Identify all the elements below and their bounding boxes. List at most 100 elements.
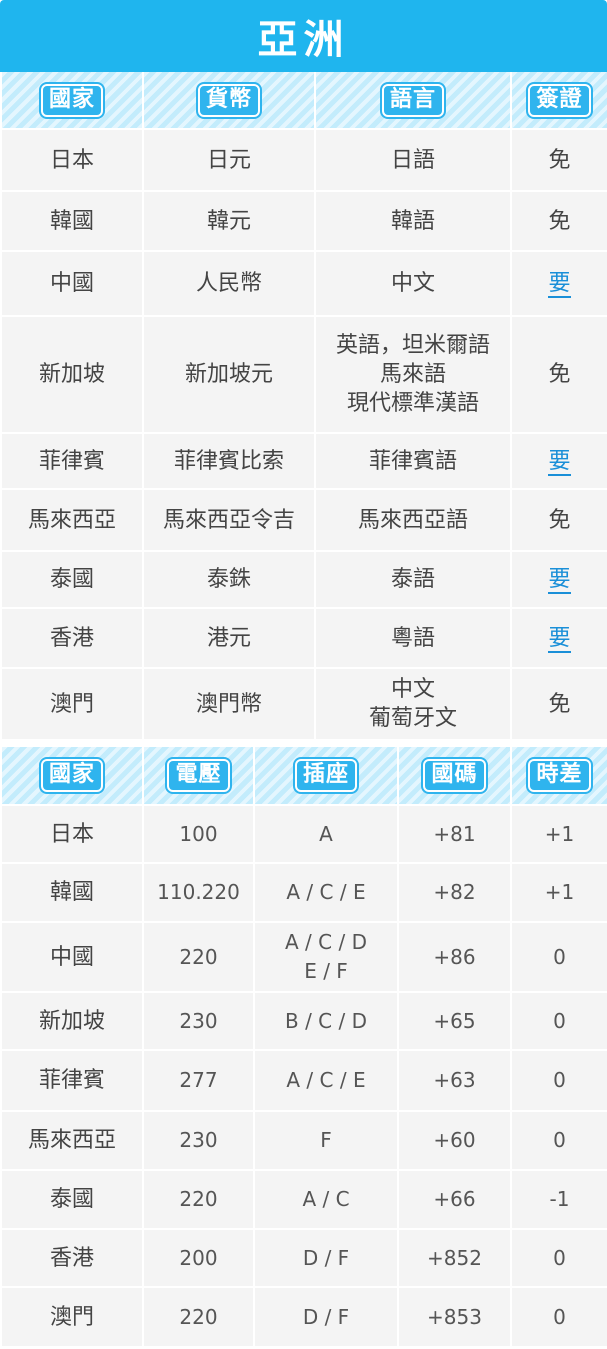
country-cell: 澳門: [0, 1287, 144, 1348]
visa-exempt-label: 免: [548, 691, 571, 717]
plug-cell: A / C / E: [253, 1050, 399, 1112]
country-cell: 中國: [0, 922, 144, 993]
plug-cell: A / C / D E / F: [253, 922, 399, 993]
plug-cell: D / F: [253, 1287, 399, 1348]
currency-cell: 港元: [142, 608, 316, 669]
time-difference-cell: 0: [510, 1050, 607, 1112]
table-row: 泰國 泰銖 泰語 要: [0, 551, 607, 609]
cell-line: 菲律賓語: [368, 448, 457, 474]
table-row: 澳門 220 D / F +853 0: [0, 1287, 607, 1348]
time-difference-cell: -1: [510, 1170, 607, 1230]
visa-cell: 免: [510, 316, 607, 434]
currency-cell: 澳門幣: [142, 668, 316, 741]
cell-line: A / C: [302, 1187, 350, 1211]
country-code-cell: +853: [397, 1287, 512, 1348]
country-cell: 中國: [0, 251, 144, 317]
header-label: 國家: [40, 759, 103, 792]
cell-line: A / C / E: [286, 880, 366, 904]
voltage-cell: 277: [142, 1050, 255, 1112]
cell-line: 韓語: [390, 208, 435, 234]
country-cell: 香港: [0, 608, 144, 669]
header-label: 時差: [528, 759, 591, 792]
currency-cell: 韓元: [142, 191, 316, 252]
voltage-cell: 220: [142, 922, 255, 993]
table-header-row: 國家 貨幣 語言 簽證: [0, 72, 607, 130]
header-time-difference: 時差: [510, 747, 607, 806]
language-cell: 日語: [314, 129, 512, 192]
plug-cell: D / F: [253, 1229, 399, 1288]
language-cell: 菲律賓語: [314, 433, 512, 490]
country-cell: 澳門: [0, 668, 144, 741]
header-label: 語言: [381, 83, 444, 117]
visa-cell: 免: [510, 489, 607, 552]
header-country-code: 國碼: [397, 747, 512, 806]
cell-line: A / C / D: [285, 930, 367, 954]
time-difference-cell: 0: [510, 1229, 607, 1288]
table-row: 菲律賓 277 A / C / E +63 0: [0, 1050, 607, 1112]
cell-line: 現代標準漢語: [346, 391, 479, 416]
table-row: 中國 人民幣 中文 要: [0, 251, 607, 317]
header-voltage: 電壓: [142, 747, 255, 806]
table-row: 香港 港元 粵語 要: [0, 608, 607, 669]
header-currency: 貨幣: [142, 72, 316, 130]
cell-line: 日語: [390, 147, 435, 173]
voltage-cell: 100: [142, 805, 255, 864]
visa-required-label: 要: [548, 448, 571, 476]
header-country: 國家: [0, 72, 144, 130]
table-row: 新加坡 新加坡元 英語，坦米爾語 馬來語 現代標準漢語 免: [0, 316, 607, 434]
country-cell: 馬來西亞: [0, 489, 144, 552]
header-label: 國碼: [423, 759, 486, 792]
country-cell: 新加坡: [0, 992, 144, 1051]
country-code-cell: +65: [397, 992, 512, 1051]
header-label: 國家: [40, 83, 103, 117]
cell-line: 中文: [390, 677, 435, 702]
table-row: 泰國 220 A / C +66 -1: [0, 1170, 607, 1230]
visa-exempt-label: 免: [548, 147, 571, 173]
time-difference-cell: 0: [510, 1287, 607, 1348]
visa-cell: 要: [510, 433, 607, 490]
visa-cell: 要: [510, 608, 607, 669]
language-cell: 英語，坦米爾語 馬來語現代標準漢語: [314, 316, 512, 434]
currency-cell: 泰銖: [142, 551, 316, 609]
table-row: 馬來西亞 230 F +60 0: [0, 1111, 607, 1171]
currency-cell: 菲律賓比索: [142, 433, 316, 490]
header-label: 貨幣: [197, 83, 260, 117]
time-difference-cell: 0: [510, 1111, 607, 1171]
plug-cell: A / C: [253, 1170, 399, 1230]
cell-line: 馬來語: [379, 362, 446, 387]
header-country: 國家: [0, 747, 144, 806]
voltage-cell: 220: [142, 1170, 255, 1230]
voltage-cell: 110.220: [142, 863, 255, 923]
language-cell: 中文: [314, 251, 512, 317]
table-row: 香港 200 D / F +852 0: [0, 1229, 607, 1288]
visa-cell: 要: [510, 251, 607, 317]
currency-cell: 新加坡元: [142, 316, 316, 434]
header-plug: 插座: [253, 747, 399, 806]
visa-required-label: 要: [548, 567, 571, 594]
header-language: 語言: [314, 72, 512, 130]
time-difference-cell: +1: [510, 863, 607, 923]
language-cell: 馬來西亞語: [314, 489, 512, 552]
plug-cell: A: [253, 805, 399, 864]
visa-cell: 免: [510, 191, 607, 252]
country-cell: 菲律賓: [0, 433, 144, 490]
header-label: 電壓: [167, 759, 230, 792]
header-label: 簽證: [528, 83, 591, 117]
cell-line: 葡萄牙文: [368, 706, 457, 731]
table-row: 韓國 韓元 韓語 免: [0, 191, 607, 252]
country-cell: 日本: [0, 805, 144, 864]
country-code-cell: +66: [397, 1170, 512, 1230]
table-row: 菲律賓 菲律賓比索 菲律賓語 要: [0, 433, 607, 490]
visa-exempt-label: 免: [548, 208, 571, 234]
time-difference-cell: +1: [510, 805, 607, 864]
plug-cell: A / C / E: [253, 863, 399, 923]
table-row: 新加坡 230 B / C / D +65 0: [0, 992, 607, 1051]
currency-cell: 馬來西亞令吉: [142, 489, 316, 552]
visa-required-label: 要: [548, 271, 571, 298]
cell-line: A: [319, 821, 333, 846]
cell-line: 英語，坦米爾語: [335, 333, 490, 358]
visa-exempt-label: 免: [548, 362, 571, 387]
cell-line: D / F: [302, 1304, 350, 1329]
country-cell: 菲律賓: [0, 1050, 144, 1112]
language-cell: 韓語: [314, 191, 512, 252]
